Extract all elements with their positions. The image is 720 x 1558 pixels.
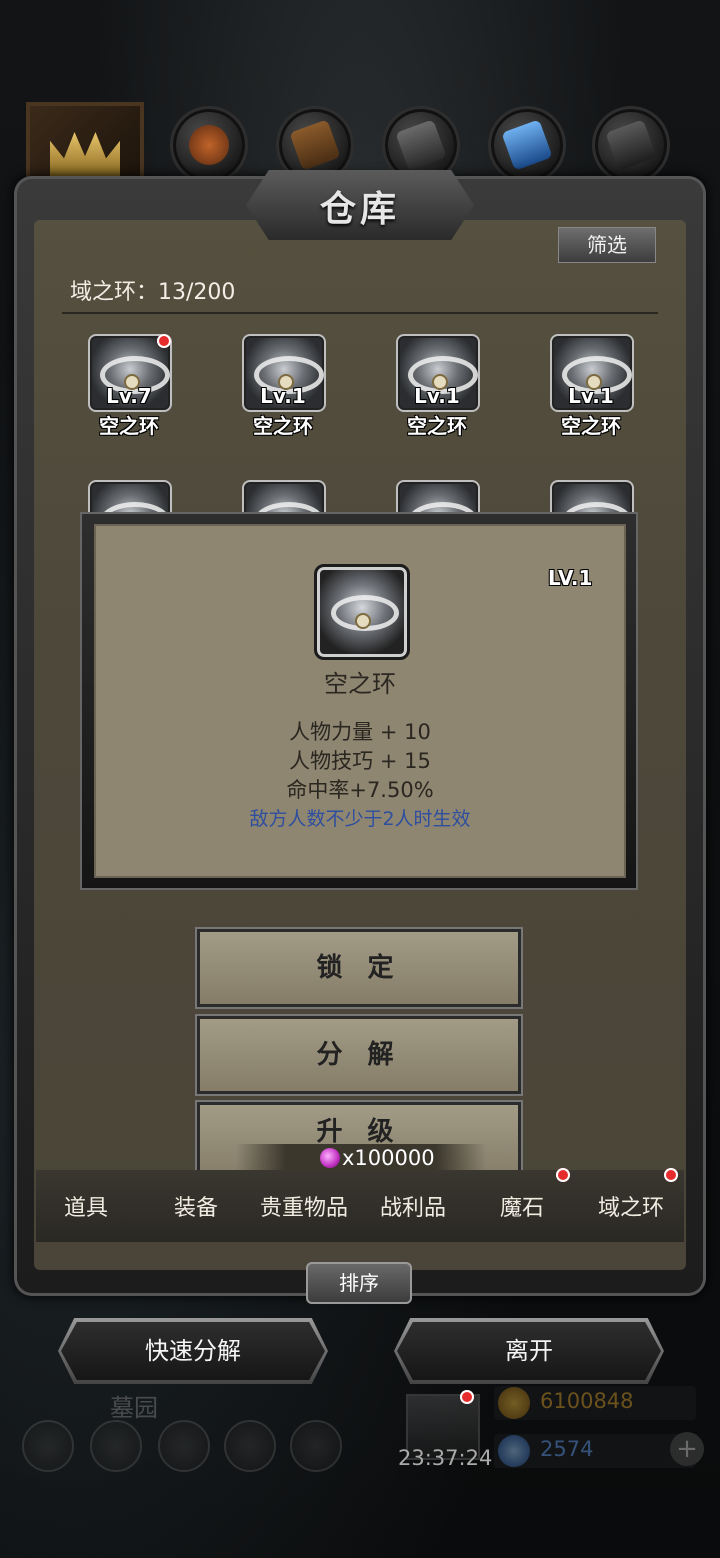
leave-button[interactable]: 离开	[397, 1322, 661, 1380]
tabs-bar	[36, 1170, 684, 1242]
tab-equipment[interactable]: 装备	[174, 1190, 218, 1222]
inventory-item[interactable]: Lv.1 空之环	[242, 334, 326, 438]
filter-button[interactable]: 筛选	[558, 227, 656, 263]
page-title: 仓库	[319, 189, 400, 230]
category-ore-tab[interactable]	[592, 106, 670, 184]
star-icon[interactable]	[90, 1420, 142, 1472]
detail-name: 空之环	[324, 670, 396, 698]
ball-icon	[183, 119, 235, 171]
item-name: 空之环	[99, 414, 159, 438]
add-currency-button[interactable]: +	[670, 1432, 704, 1466]
ore-icon	[605, 119, 657, 171]
gold-coin-icon	[498, 1387, 530, 1419]
tower-icon[interactable]	[158, 1420, 210, 1472]
detail-ring-icon	[314, 564, 410, 660]
magic-stone-badge	[556, 1168, 570, 1182]
blue-gem-icon	[498, 1435, 530, 1467]
item-level: Lv.7	[106, 384, 152, 408]
lock-button[interactable]: 锁 定	[200, 932, 518, 1004]
tab-valuables[interactable]: 贵重物品	[260, 1190, 348, 1222]
item-name: 空之环	[407, 414, 467, 438]
gift-badge	[460, 1390, 474, 1404]
item-name: 空之环	[253, 414, 313, 438]
inventory-item[interactable]: Lv.1 空之环	[396, 334, 480, 438]
hammer-icon[interactable]	[290, 1420, 342, 1472]
item-name: 空之环	[561, 414, 621, 438]
domain-ring-badge	[664, 1168, 678, 1182]
sort-button[interactable]: 排序	[306, 1262, 412, 1304]
tab-items[interactable]: 道具	[64, 1190, 108, 1222]
stone-icon	[395, 119, 447, 171]
new-badge	[157, 334, 171, 348]
location-label: 墓园	[110, 1394, 158, 1422]
tab-loot[interactable]: 战利品	[380, 1190, 446, 1222]
quick-decompose-button[interactable]: 快速分解	[61, 1322, 325, 1380]
item-level: Lv.1	[260, 384, 306, 408]
gear-icon[interactable]	[22, 1420, 74, 1472]
detail-level: LV.1	[548, 566, 593, 590]
inventory-item[interactable]: Lv.1 空之环	[550, 334, 634, 438]
inventory-item[interactable]: Lv.7 空之环	[88, 334, 172, 438]
mail-icon[interactable]	[224, 1420, 276, 1472]
detail-stat: 人物技巧 + 15	[289, 749, 431, 773]
inventory-count: 域之环：13/200	[70, 280, 236, 305]
crystal-icon	[501, 119, 553, 171]
category-crystal-tab[interactable]	[488, 106, 566, 184]
gem-amount: 2574	[540, 1437, 594, 1461]
detail-condition: 敌方人数不少于2人时生效	[249, 808, 471, 830]
wood-icon	[289, 119, 341, 171]
upgrade-label: 升 级	[316, 1117, 402, 1147]
tab-magic-stone[interactable]: 魔石	[500, 1190, 544, 1222]
gold-amount: 6100848	[540, 1389, 634, 1413]
decompose-button[interactable]: 分 解	[200, 1019, 518, 1091]
item-level: Lv.1	[414, 384, 460, 408]
clock: 23:37:24	[398, 1446, 493, 1470]
crown-icon	[50, 132, 120, 176]
upgrade-cost: x100000	[342, 1146, 435, 1170]
divider	[62, 312, 658, 314]
magic-gem-icon	[320, 1148, 340, 1168]
category-ball-tab[interactable]	[170, 106, 248, 184]
item-level: Lv.1	[568, 384, 614, 408]
tab-domain-ring[interactable]: 域之环	[598, 1190, 664, 1222]
detail-stat: 命中率+7.50%	[286, 778, 434, 802]
detail-stat: 人物力量 + 10	[289, 720, 431, 744]
